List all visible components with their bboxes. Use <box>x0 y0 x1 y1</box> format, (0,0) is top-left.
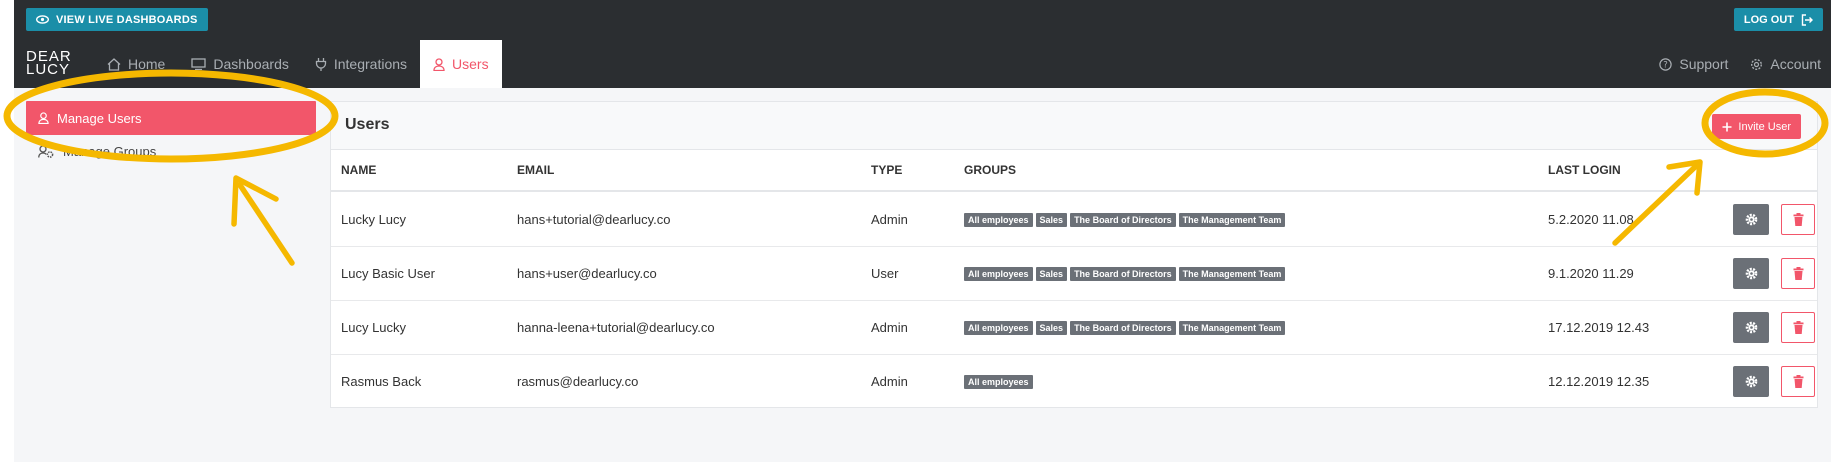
nav-right: ? Support Account <box>1659 40 1821 88</box>
nav-home[interactable]: Home <box>94 40 178 88</box>
user-name: Lucy Lucky <box>341 320 407 335</box>
invite-user-button[interactable]: Invite User <box>1712 114 1801 139</box>
group-tag: All employees <box>964 212 1033 227</box>
row-actions <box>1733 355 1815 408</box>
user-email: rasmus@dearlucy.co <box>517 374 639 389</box>
dear-lucy-logo[interactable]: DEAR LUCY <box>26 49 72 77</box>
home-icon <box>107 57 121 71</box>
nav-support[interactable]: ? Support <box>1659 40 1728 88</box>
column-header-type[interactable]: TYPE <box>871 150 902 190</box>
delete-user-button[interactable] <box>1781 312 1815 343</box>
user-last-login: 17.12.2019 12.43 <box>1548 320 1650 335</box>
gear-icon <box>1745 267 1757 280</box>
users-panel: Users Invite User NAME EMAIL TYPE GROUPS… <box>330 101 1818 408</box>
table-header-row: NAME EMAIL TYPE GROUPS LAST LOGIN <box>331 150 1817 192</box>
nav-account[interactable]: Account <box>1750 40 1821 88</box>
sidebar-item-manage-users[interactable]: Manage Users <box>26 101 316 135</box>
nav-users[interactable]: Users <box>420 40 502 88</box>
view-live-dashboards-label: VIEW LIVE DASHBOARDS <box>56 13 198 26</box>
nav-dashboards[interactable]: Dashboards <box>178 40 302 88</box>
table-row: Rasmus Back rasmus@dearlucy.co Admin 12.12.… <box>331 355 1817 408</box>
row-actions <box>1733 301 1815 354</box>
logout-label: LOG OUT <box>1743 13 1794 26</box>
group-tag: The Management Team <box>1178 266 1286 281</box>
table-row: Lucy Lucky hanna-leena+tutorial@dearlucy.… <box>331 301 1817 355</box>
delete-user-button[interactable] <box>1781 258 1815 289</box>
user-groups: All employees Sales The Board of Directors… <box>964 301 1286 354</box>
app-frame: VIEW LIVE DASHBOARDS LOG OUT DEAR LUCY H… <box>14 0 1831 462</box>
row-actions <box>1733 193 1815 246</box>
trash-icon <box>1793 267 1803 280</box>
group-tag: All employees <box>964 266 1033 281</box>
logout-icon <box>1801 13 1813 26</box>
row-actions <box>1733 247 1815 300</box>
users-gear-icon <box>38 144 54 158</box>
user-groups: All employees Sales The Board of Directors… <box>964 193 1286 246</box>
edit-user-button[interactable] <box>1733 366 1769 397</box>
column-header-last-login[interactable]: LAST LOGIN <box>1548 150 1621 190</box>
page-title: Users <box>345 116 390 133</box>
gear-icon <box>1751 58 1763 70</box>
delete-user-button[interactable] <box>1781 366 1815 397</box>
group-tag: All employees <box>964 320 1033 335</box>
column-header-groups[interactable]: GROUPS <box>964 150 1016 190</box>
sidebar: Manage Users Manage Groups <box>26 101 316 168</box>
user-email: hans+user@dearlucy.co <box>517 266 657 281</box>
trash-icon <box>1793 213 1803 226</box>
user-groups: All employees <box>964 355 1033 408</box>
trash-icon <box>1793 375 1803 388</box>
group-tag: The Board of Directors <box>1070 266 1176 281</box>
edit-user-button[interactable] <box>1733 258 1769 289</box>
table-row: Lucy Basic User hans+user@dearlucy.co User… <box>331 247 1817 301</box>
panel-header: Users Invite User <box>331 102 1817 150</box>
question-icon: ? <box>1659 57 1673 71</box>
group-tag: The Board of Directors <box>1070 212 1176 227</box>
plus-icon <box>1722 122 1732 131</box>
user-type: Admin <box>871 320 908 335</box>
group-tag: Sales <box>1035 320 1068 335</box>
user-name: Lucy Basic User <box>341 266 435 281</box>
group-tag: Sales <box>1035 266 1068 281</box>
user-type: User <box>871 266 899 281</box>
group-tag: All employees <box>964 374 1033 389</box>
user-type: Admin <box>871 374 908 389</box>
group-tag: The Management Team <box>1178 212 1286 227</box>
gear-icon <box>1745 213 1757 226</box>
main-nav: Home Dashboards Integrations Users <box>94 40 502 88</box>
table-row: Lucky Lucy hans+tutorial@dearlucy.co Admin… <box>331 193 1817 247</box>
sidebar-item-manage-groups[interactable]: Manage Groups <box>26 134 316 168</box>
column-header-email[interactable]: EMAIL <box>517 150 554 190</box>
user-type: Admin <box>871 212 908 227</box>
view-live-dashboards-button[interactable]: VIEW LIVE DASHBOARDS <box>26 8 208 31</box>
nav-integrations[interactable]: Integrations <box>302 40 420 88</box>
user-icon <box>38 112 49 124</box>
user-last-login: 9.1.2020 11.29 <box>1548 266 1634 281</box>
delete-user-button[interactable] <box>1781 204 1815 235</box>
svg-text:?: ? <box>1664 60 1669 70</box>
column-header-name[interactable]: NAME <box>341 150 376 190</box>
group-tag: The Board of Directors <box>1070 320 1176 335</box>
logout-button[interactable]: LOG OUT <box>1733 8 1823 31</box>
edit-user-button[interactable] <box>1733 204 1769 235</box>
plug-icon <box>315 58 327 71</box>
user-name: Rasmus Back <box>341 374 422 389</box>
user-groups: All employees Sales The Board of Directors… <box>964 247 1286 300</box>
top-navigation-bar: VIEW LIVE DASHBOARDS LOG OUT DEAR LUCY H… <box>14 0 1831 88</box>
user-icon <box>433 57 445 71</box>
eye-icon <box>36 15 49 24</box>
monitor-icon <box>191 58 207 70</box>
group-tag: Sales <box>1035 212 1068 227</box>
user-email: hanna-leena+tutorial@dearlucy.co <box>517 320 715 335</box>
trash-icon <box>1793 321 1803 334</box>
user-last-login: 5.2.2020 11.08 <box>1548 212 1634 227</box>
user-email: hans+tutorial@dearlucy.co <box>517 212 671 227</box>
gear-icon <box>1745 375 1757 388</box>
user-last-login: 12.12.2019 12.35 <box>1548 374 1650 389</box>
gear-icon <box>1745 321 1757 334</box>
group-tag: The Management Team <box>1178 320 1286 335</box>
edit-user-button[interactable] <box>1733 312 1769 343</box>
user-name: Lucky Lucy <box>341 212 407 227</box>
